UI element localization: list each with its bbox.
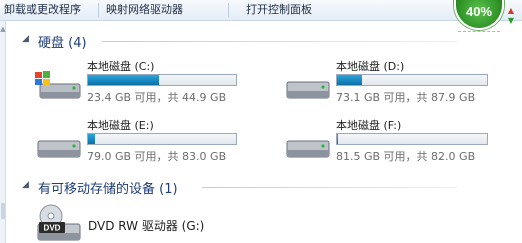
drive-size-text: 79.0 GB 可用，共 83.0 GB	[87, 150, 227, 163]
section-title-hard-disks: 硬盘 (4)	[38, 36, 87, 51]
drive-d-tile[interactable]: 本地磁盘 (D:) 73.1 GB 可用，共 87.9 GB	[283, 58, 493, 106]
hard-disks-section-header[interactable]: ◢ 硬盘 (4)	[22, 32, 462, 51]
dvd-drive-tile[interactable]: DVD DVD RW 驱动器 (G:)	[36, 204, 256, 243]
drive-e-tile[interactable]: 本地磁盘 (E:) 79.0 GB 可用，共 83.0 GB	[34, 117, 244, 165]
drive-f-tile[interactable]: 本地磁盘 (F:) 81.5 GB 可用，共 82.0 GB	[283, 117, 493, 165]
traffic-arrows: ▲ ▼	[506, 6, 516, 36]
drive-name: DVD RW 驱动器 (G:)	[88, 219, 205, 233]
drive-name: 本地磁盘 (D:)	[336, 60, 405, 73]
drive-usage-bar	[336, 133, 488, 145]
badge-divider	[458, 31, 500, 32]
drive-c-tile[interactable]: 本地磁盘 (C:) 23.4 GB 可用，共 44.9 GB	[34, 58, 244, 106]
map-network-drive-button[interactable]: 映射网络驱动器	[106, 2, 183, 18]
scrollbar-thumb[interactable]	[1, 203, 5, 219]
arrow-down-icon: ▼	[507, 16, 515, 25]
drive-name: 本地磁盘 (F:)	[336, 119, 402, 132]
drive-size-text: 81.5 GB 可用，共 82.0 GB	[336, 150, 476, 163]
scroll-up-icon[interactable]: ▲	[0, 25, 6, 35]
command-toolbar: 卸载或更改程序 映射网络驱动器 打开控制面板	[0, 0, 522, 21]
dvd-logo-text: DVD	[44, 224, 61, 233]
drive-size-text: 23.4 GB 可用，共 44.9 GB	[87, 91, 227, 104]
hard-drive-icon	[286, 140, 330, 158]
drive-size-text: 73.1 GB 可用，共 87.9 GB	[336, 91, 476, 104]
drive-usage-bar	[87, 74, 237, 86]
arrow-up-icon: ▲	[507, 6, 515, 15]
section-title-removable: 有可移动存储的设备 (1)	[38, 182, 178, 197]
open-control-panel-button[interactable]: 打开控制面板	[246, 2, 312, 18]
toolbar-separator	[228, 3, 229, 17]
drive-name: 本地磁盘 (C:)	[87, 60, 155, 73]
windows-drive-icon	[35, 71, 81, 99]
navigation-pane-edge: ▲	[0, 21, 6, 243]
network-speed-badge[interactable]: 40%	[454, 0, 504, 30]
uninstall-program-button[interactable]: 卸载或更改程序	[4, 2, 81, 18]
hard-drive-icon	[286, 81, 330, 99]
section-divider	[202, 187, 457, 188]
dvd-drive-icon: DVD	[37, 204, 81, 241]
section-divider	[102, 41, 457, 42]
drive-usage-fill	[337, 75, 363, 85]
drive-name: 本地磁盘 (E:)	[87, 119, 154, 132]
drive-usage-fill	[88, 75, 159, 85]
removable-storage-section-header[interactable]: ◢ 有可移动存储的设备 (1)	[22, 178, 462, 197]
badge-percent: 40%	[465, 4, 493, 19]
toolbar-separator	[98, 3, 99, 17]
drive-usage-bar	[87, 133, 237, 145]
collapse-chevron-icon[interactable]: ◢	[22, 34, 29, 44]
collapse-chevron-icon[interactable]: ◢	[22, 180, 29, 190]
drive-usage-fill	[88, 134, 96, 144]
hard-drive-icon	[37, 140, 81, 158]
drive-usage-bar	[336, 74, 488, 86]
drive-usage-fill	[337, 134, 338, 144]
